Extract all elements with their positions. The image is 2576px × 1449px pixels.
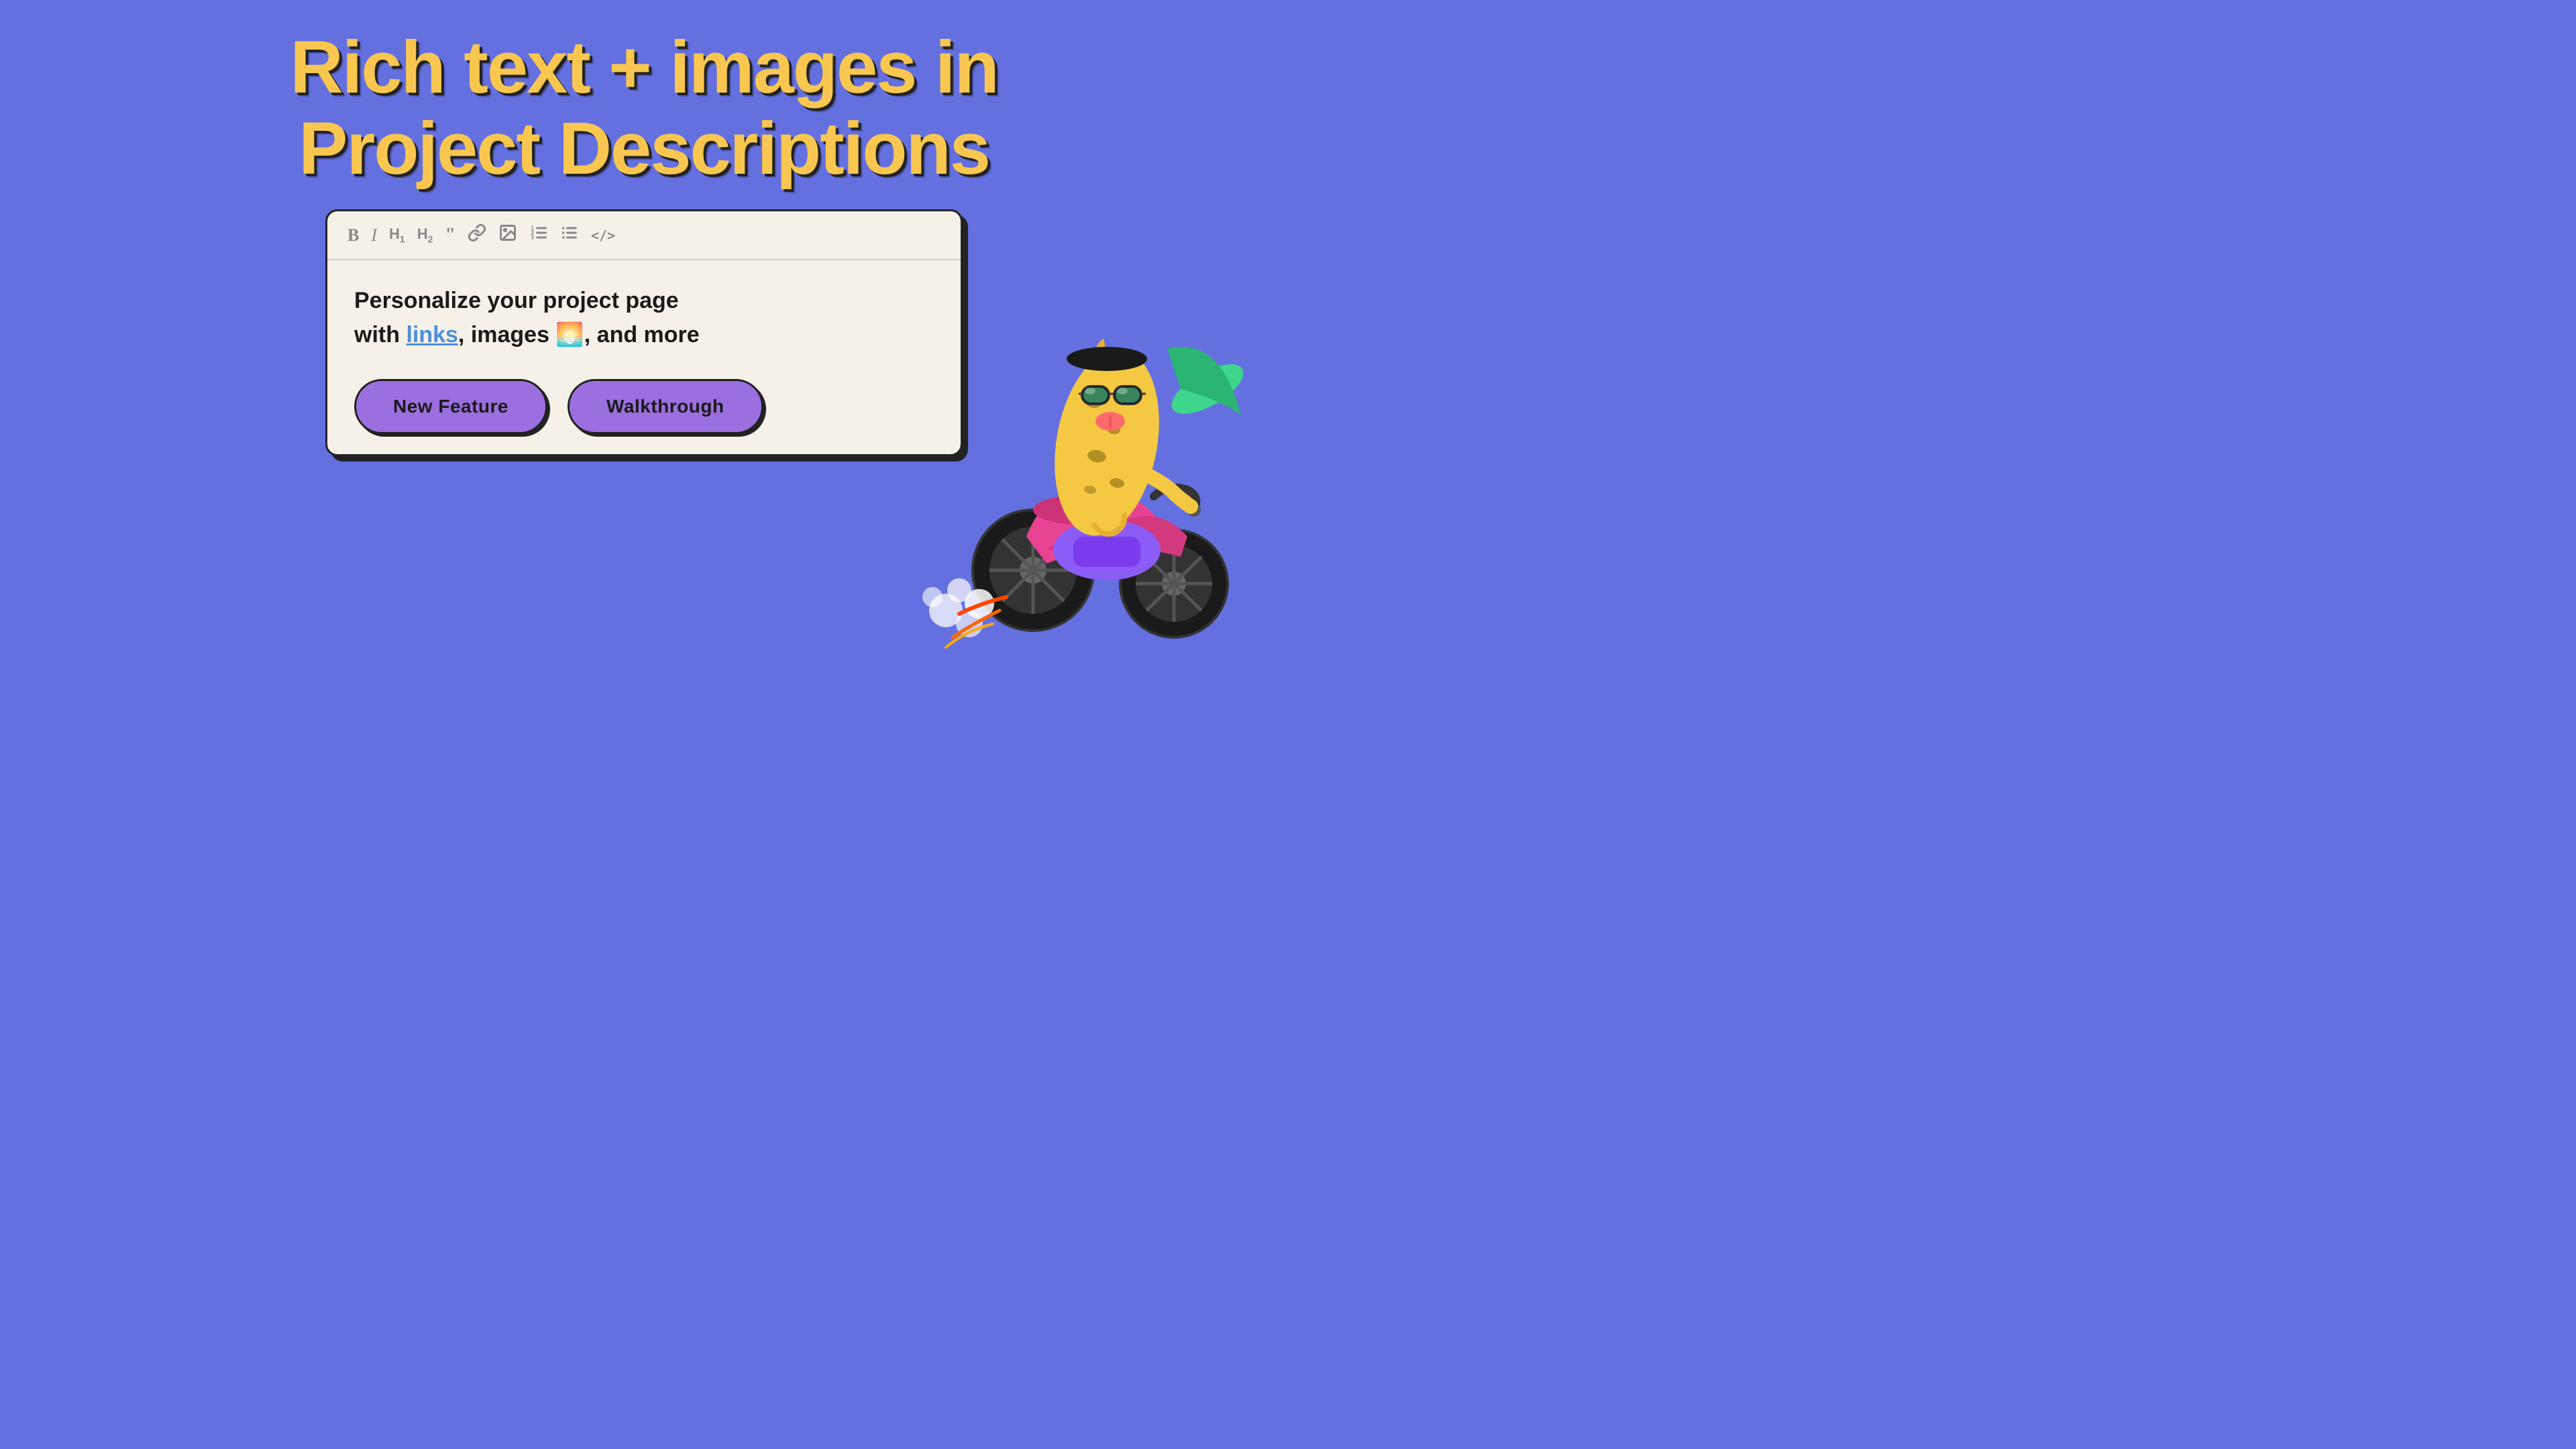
buttons-row: New Feature Walkthrough: [327, 366, 961, 434]
link-icon[interactable]: [468, 223, 486, 247]
banana-character: [912, 282, 1248, 671]
links-text[interactable]: links: [406, 322, 458, 347]
title-line1: Rich text + images in: [290, 26, 998, 109]
walkthrough-button[interactable]: Walkthrough: [568, 379, 763, 434]
editor-toolbar: B I H1 H2 ": [327, 211, 961, 260]
svg-text:3: 3: [531, 234, 534, 240]
bold-icon[interactable]: B: [347, 225, 359, 246]
ordered-list-icon[interactable]: 1 2 3: [529, 223, 548, 247]
page-wrapper: Rich text + images in Project Descriptio…: [0, 0, 1288, 724]
italic-icon[interactable]: I: [371, 225, 377, 246]
code-icon[interactable]: </>: [591, 227, 615, 244]
unordered-list-icon[interactable]: [560, 223, 579, 247]
editor-container: B I H1 H2 ": [325, 209, 963, 456]
editor-text: Personalize your project page with links…: [354, 284, 934, 352]
content-line1: Personalize your project page: [354, 288, 679, 313]
h2-icon[interactable]: H2: [417, 225, 433, 244]
quote-icon[interactable]: ": [445, 225, 455, 246]
editor-content: Personalize your project page with links…: [327, 260, 961, 366]
title-line2: Project Descriptions: [299, 107, 989, 190]
content-line2-suffix: , images 🌅, and more: [458, 322, 700, 347]
main-title: Rich text + images in Project Descriptio…: [276, 27, 1011, 189]
h1-icon[interactable]: H1: [389, 225, 405, 244]
image-icon[interactable]: [498, 223, 517, 247]
new-feature-button[interactable]: New Feature: [354, 379, 547, 434]
content-line2-prefix: with: [354, 322, 406, 347]
